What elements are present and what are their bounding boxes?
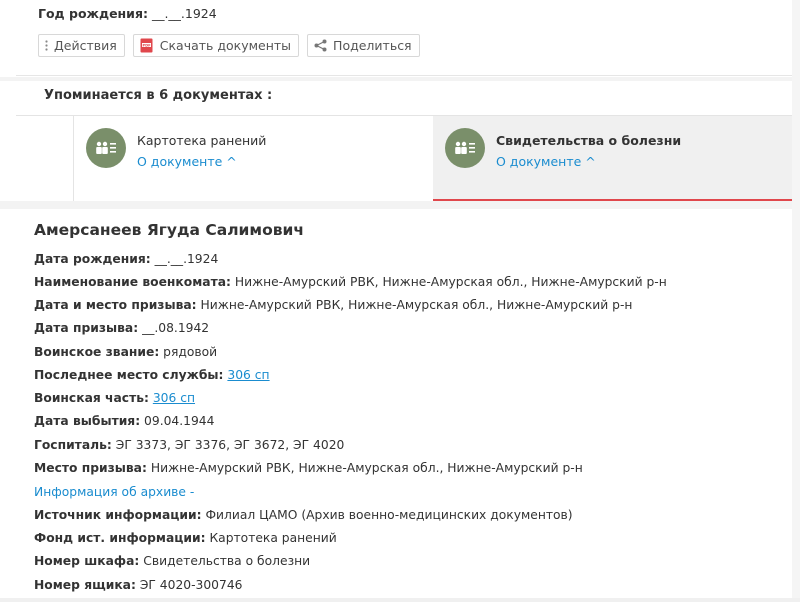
page-edge: [792, 0, 800, 602]
field-hospital: Госпиталь: ЭГ 3373, ЭГ 3376, ЭГ 3672, ЭГ…: [34, 438, 345, 452]
document-name: Картотека ранений: [137, 133, 267, 148]
document-tab-illness-certificates[interactable]: Свидетельства о болезни О документе ^: [433, 116, 793, 202]
field-info-source: Источник информации: Филиал ЦАМО (Архив …: [34, 508, 573, 522]
mentions-section: Упоминается в 6 документах : Картотека р…: [16, 81, 800, 202]
field-conscription-date: Дата призыва: __.08.1942: [34, 321, 210, 335]
document-name: Свидетельства о болезни: [496, 133, 682, 148]
field-military-rank: Воинское звание: рядовой: [34, 345, 218, 359]
section-divider: [0, 201, 800, 209]
download-documents-button[interactable]: PDF Скачать документы: [132, 34, 300, 57]
document-tabs: Картотека ранений О документе ^ Свидетел…: [16, 115, 800, 202]
about-document-link[interactable]: О документе ^: [496, 154, 596, 169]
field-military-unit: Воинская часть: 306 сп: [34, 391, 196, 405]
people-list-icon: [86, 128, 126, 168]
field-birth-date: Дата рождения: __.__.1924: [34, 252, 219, 266]
field-last-service-place: Последнее место службы: 306 сп: [34, 368, 270, 382]
field-conscription-place: Место призыва: Нижне-Амурский РВК, Нижне…: [34, 461, 583, 475]
share-icon: [314, 39, 327, 52]
page-bottom-edge: [0, 598, 800, 602]
vertical-dots-icon: [45, 40, 48, 51]
field-commissariat: Наименование военкомата: Нижне-Амурский …: [34, 275, 667, 289]
birth-year: Год рождения: __.__.1924: [38, 6, 217, 21]
people-list-icon: [445, 128, 485, 168]
person-summary-card: Год рождения: __.__.1924 Действия PDF Ск…: [16, 0, 800, 76]
about-document-link[interactable]: О документе ^: [137, 154, 237, 169]
field-conscription-date-place: Дата и место призыва: Нижне-Амурский РВК…: [34, 298, 633, 312]
military-unit-link[interactable]: 306 сп: [153, 391, 195, 405]
download-documents-label: Скачать документы: [159, 38, 292, 53]
share-button[interactable]: Поделиться: [307, 34, 420, 57]
pdf-icon: PDF: [140, 38, 154, 53]
birth-year-value: __.__.1924: [151, 6, 217, 21]
field-fund: Фонд ист. информации: Картотека ранений: [34, 531, 337, 545]
last-service-place-link[interactable]: 306 сп: [227, 368, 269, 382]
svg-text:PDF: PDF: [142, 43, 151, 47]
share-button-label: Поделиться: [333, 38, 412, 53]
actions-bar: Действия PDF Скачать документы Поделитьс…: [38, 34, 420, 57]
field-departure-date: Дата выбытия: 09.04.1944: [34, 414, 215, 428]
tabs-left-spacer: [16, 116, 74, 201]
field-cabinet-number: Номер шкафа: Свидетельства о болезни: [34, 554, 311, 568]
mentions-title: Упоминается в 6 документах :: [44, 88, 273, 103]
archive-info-toggle[interactable]: Информация об архиве -: [34, 485, 194, 499]
actions-button-label: Действия: [54, 38, 117, 53]
person-details: Амерсанеев Ягуда Салимович Дата рождения…: [16, 209, 800, 602]
birth-year-label: Год рождения:: [38, 6, 148, 21]
actions-button[interactable]: Действия: [38, 34, 125, 57]
document-tab-wound-cards[interactable]: Картотека ранений О документе ^: [74, 116, 433, 201]
field-box-number: Номер ящика: ЭГ 4020-300746: [34, 578, 243, 592]
person-name: Амерсанеев Ягуда Салимович: [34, 221, 305, 239]
